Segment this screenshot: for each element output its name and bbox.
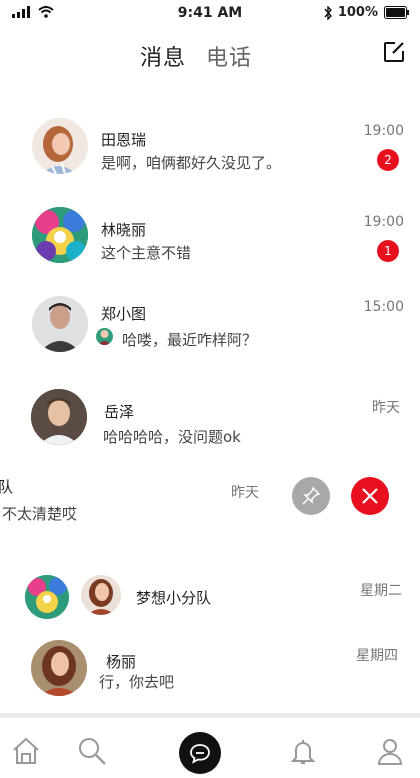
avatar xyxy=(32,296,88,352)
contact-name: 郑小图 xyxy=(101,305,147,323)
tab-calls[interactable]: 电话 xyxy=(206,40,252,72)
profile-icon[interactable] xyxy=(375,736,405,766)
avatar xyxy=(31,389,87,445)
search-icon[interactable] xyxy=(77,736,107,766)
close-icon xyxy=(362,488,378,504)
last-message: 这个主意不错 xyxy=(101,244,192,262)
home-icon[interactable] xyxy=(11,736,41,766)
bluetooth-icon xyxy=(324,5,332,20)
conversation-row[interactable]: 林晓丽 这个主意不错 19:00 1 xyxy=(0,206,420,276)
unread-badge: 2 xyxy=(377,149,399,171)
delete-button[interactable] xyxy=(351,477,389,515)
contact-name: 林晓丽 xyxy=(101,221,147,239)
battery-icon xyxy=(384,6,409,19)
message-time: 19:00 xyxy=(363,214,404,230)
conversation-row-swiped[interactable]: 队 不太清楚哎 昨天 xyxy=(0,475,420,535)
conversation-row[interactable]: 岳泽 哈哈哈哈，没问题ok 昨天 xyxy=(0,389,420,459)
message-time: 星期二 xyxy=(360,583,402,599)
contact-name: 队 xyxy=(0,478,14,496)
avatar xyxy=(32,207,88,263)
last-message: 哈喽，最近咋样阿？ xyxy=(122,331,258,349)
last-message: 哈哈哈哈，没问题ok xyxy=(103,428,241,446)
avatar xyxy=(31,640,87,696)
message-time: 19:00 xyxy=(363,123,404,139)
group-avatar-2 xyxy=(81,575,121,615)
unread-badge: 1 xyxy=(377,240,399,262)
battery-percent: 100% xyxy=(337,5,378,20)
message-time: 昨天 xyxy=(372,400,400,416)
header: 消息 电话 xyxy=(0,40,420,76)
conversation-row[interactable]: 杨丽 行，你去吧 星期四 xyxy=(0,640,420,700)
status-right: 100% xyxy=(324,5,410,20)
header-tabs: 消息 电话 xyxy=(140,40,252,72)
pin-icon xyxy=(302,486,321,505)
message-time: 昨天 xyxy=(231,485,259,501)
bottom-tab-bar xyxy=(0,713,420,778)
contact-name: 岳泽 xyxy=(104,403,135,421)
conversation-row[interactable]: 郑小图 哈喽，最近咋样阿？ 15:00 xyxy=(0,296,420,366)
compose-icon[interactable] xyxy=(382,40,406,64)
group-name: 梦想小分队 xyxy=(136,589,212,607)
last-message: 行，你去吧 xyxy=(99,673,175,691)
last-message: 是啊，咱俩都好久没见了。 xyxy=(101,154,282,172)
bell-icon[interactable] xyxy=(288,736,318,766)
group-avatar-1 xyxy=(25,575,69,619)
sender-mini-avatar xyxy=(96,328,113,345)
conversation-row[interactable]: 田恩瑞 是啊，咱俩都好久没见了。 19:00 2 xyxy=(0,115,420,185)
message-time: 星期四 xyxy=(356,648,398,664)
message-time: 15:00 xyxy=(363,299,404,315)
contact-name: 杨丽 xyxy=(106,653,137,671)
pin-button[interactable] xyxy=(292,477,330,515)
avatar xyxy=(32,118,88,174)
chat-icon xyxy=(190,744,210,764)
status-bar: 9:41 AM 100% xyxy=(0,0,420,28)
contact-name: 田恩瑞 xyxy=(101,131,147,149)
group-conversation-row[interactable]: 梦想小分队 星期二 xyxy=(0,572,420,622)
last-message: 不太清楚哎 xyxy=(2,505,78,523)
chat-tab-button[interactable] xyxy=(179,732,221,774)
tab-messages[interactable]: 消息 xyxy=(140,40,186,72)
